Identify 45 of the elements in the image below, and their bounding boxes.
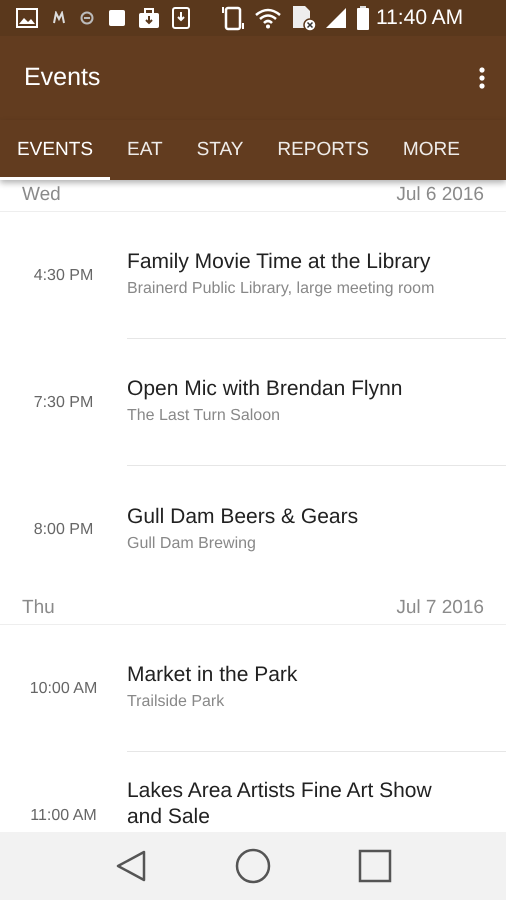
event-venue: Gull Dam Brewing <box>127 534 257 554</box>
event-title: Market in the Park <box>127 662 298 688</box>
image-icon <box>16 8 38 28</box>
wifi-icon <box>254 7 282 29</box>
event-time: 4:30 PM <box>32 266 94 286</box>
toolbar-title: Events <box>24 62 100 94</box>
event-row[interactable]: 4:30 PM Family Movie Time at the Library Brainerd Public Library, large meeting room <box>0 212 506 339</box>
event-time: 11:00 AM <box>29 806 98 826</box>
briefcase-icon <box>138 7 160 29</box>
sim-card-icon <box>290 4 318 32</box>
event-venue: The Last Turn Saloon <box>127 406 281 426</box>
tab[interactable]: EVENTS <box>0 120 110 180</box>
event-time: 7:30 PM <box>32 392 94 412</box>
recents-icon[interactable] <box>358 849 392 883</box>
event-row[interactable]: 7:30 PM Open Mic with Brendan Flynn The Last Turn Saloon <box>0 339 506 466</box>
square-icon <box>108 9 126 27</box>
day-label: Wed <box>22 183 61 208</box>
tab[interactable]: STAY <box>180 120 260 180</box>
event-time: 10:00 AM <box>28 678 98 698</box>
event-venue: Brainerd Public Library, large meeting room <box>127 279 436 299</box>
circle-icon <box>80 11 94 25</box>
tab[interactable]: MORE <box>386 120 477 180</box>
status-time: 11:40 AM <box>376 5 464 32</box>
event-title: Gull Dam Beers & Gears <box>127 504 360 530</box>
event-venue: Trailside Park <box>127 692 226 712</box>
event-row[interactable]: 11:00 AM Lakes Area Artists Fine Art Show and Sale <box>0 752 506 832</box>
tab[interactable]: REPORTS <box>260 120 386 180</box>
event-row[interactable]: 10:00 AM Market in the Park Trailside Park <box>0 625 506 752</box>
signal-icon <box>324 6 348 30</box>
home-icon[interactable] <box>234 848 271 884</box>
download-icon <box>172 7 190 29</box>
more-options-icon[interactable] <box>478 66 486 90</box>
date-label: Jul 6 2016 <box>396 183 484 208</box>
tab[interactable]: EAT <box>110 120 180 180</box>
battery-icon <box>356 5 370 31</box>
date-label: Jul 7 2016 <box>396 596 484 620</box>
letter-m-icon <box>52 11 66 25</box>
day-label: Thu <box>22 596 55 620</box>
event-title: Lakes Area Artists Fine Art Show and Sale <box>127 778 433 830</box>
event-time: 8:00 PM <box>32 520 94 540</box>
back-icon[interactable] <box>114 849 148 883</box>
event-row[interactable]: 8:00 PM Gull Dam Beers & Gears Gull Dam Brewing <box>0 466 506 593</box>
phone-vibrate-icon <box>220 5 246 31</box>
event-title: Open Mic with Brendan Flynn <box>127 376 404 402</box>
event-title: Family Movie Time at the Library <box>127 249 432 275</box>
